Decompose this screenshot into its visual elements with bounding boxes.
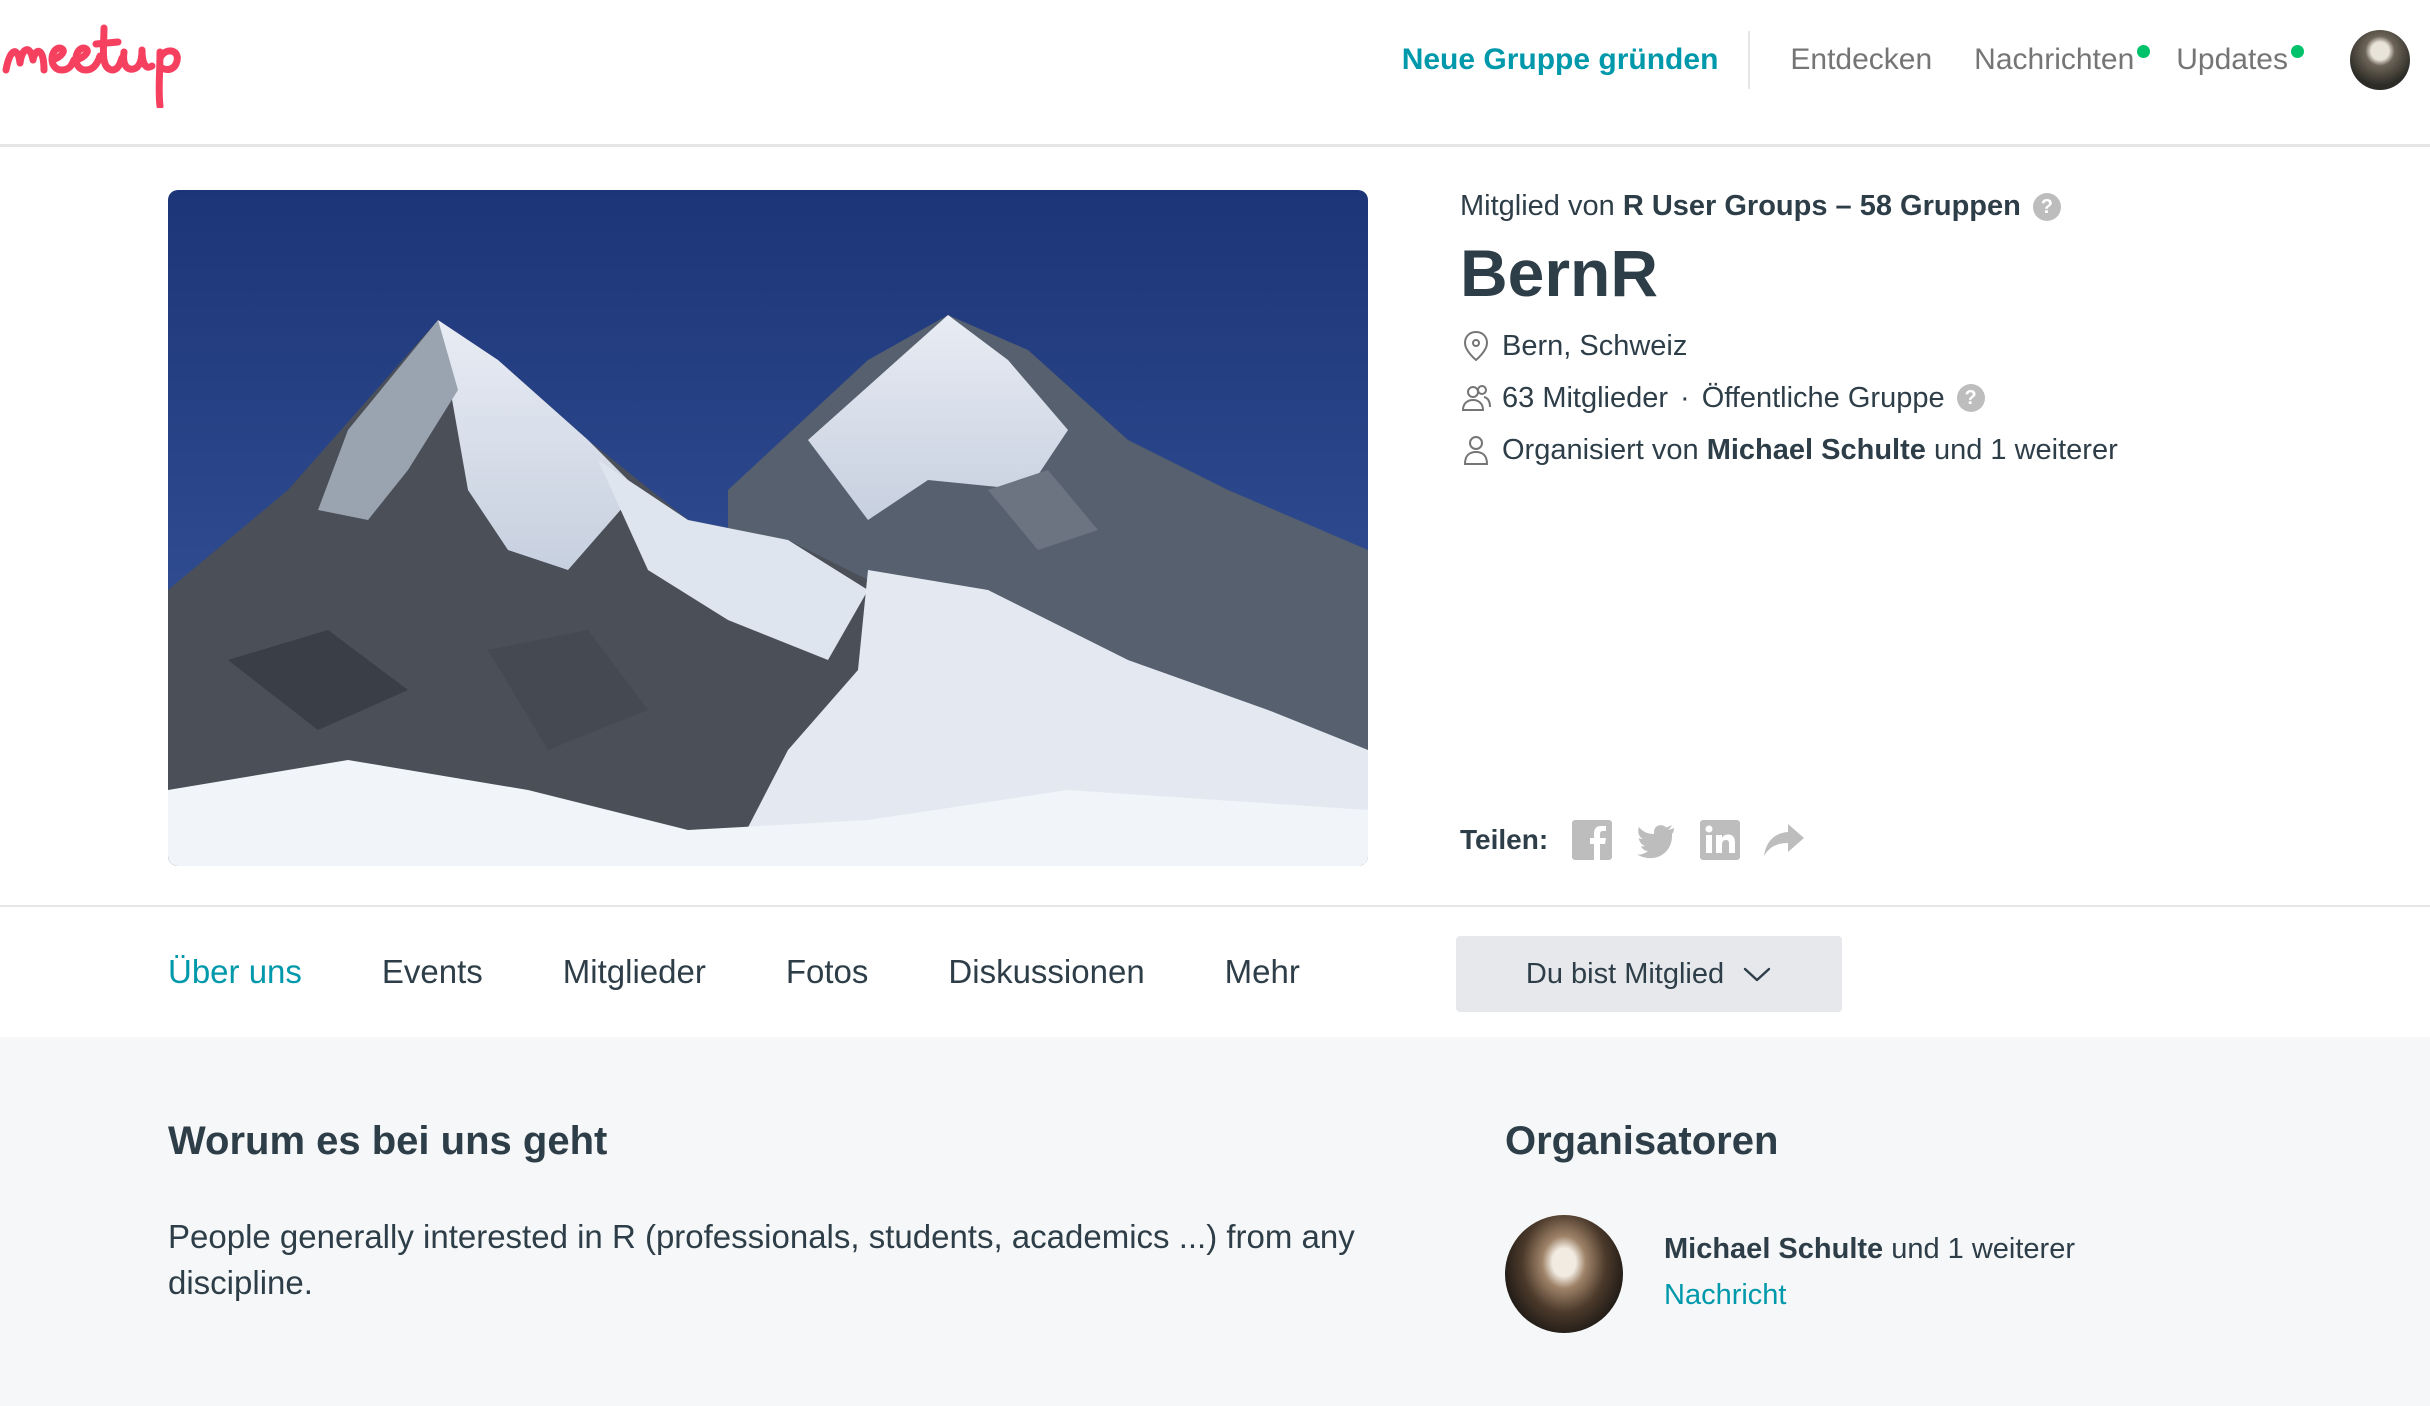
share-label: Teilen: <box>1460 824 1549 855</box>
tab-mehr[interactable]: Mehr <box>1225 953 1300 991</box>
notification-dot <box>2137 45 2151 58</box>
linkedin-icon[interactable] <box>1698 818 1742 862</box>
organizer-suffix[interactable]: und 1 weiterer <box>1891 1233 2075 1265</box>
group-cover-photo <box>168 190 1368 866</box>
organizer-names: Michael Schulte und 1 weiterer <box>1664 1233 2075 1266</box>
mountain-photo-illustration <box>168 190 1368 866</box>
organized-prefix: Organisiert von <box>1502 433 1699 466</box>
tab-events[interactable]: Events <box>382 953 483 991</box>
help-icon[interactable]: ? <box>2032 192 2061 221</box>
organizer-avatar[interactable] <box>1505 1215 1623 1333</box>
share-bar: Teilen: <box>1460 818 1826 862</box>
group-tabs: Über uns Events Mitglieder Fotos Diskuss… <box>168 907 1380 1037</box>
nav-link-nachrichten[interactable]: Nachrichten <box>1974 43 2151 77</box>
create-group-link[interactable]: Neue Gruppe gründen <box>1402 43 1749 77</box>
members-count[interactable]: 63 Mitglieder <box>1502 382 1668 415</box>
header-nav: Neue Gruppe gründen Entdecken Nachrichte… <box>1402 0 2430 120</box>
members-row: 63 Mitglieder · Öffentliche Gruppe ? <box>1460 381 2360 415</box>
meetup-logo[interactable]: meetup <box>0 8 250 108</box>
tab-fotos[interactable]: Fotos <box>786 953 869 991</box>
organizer-link[interactable]: Michael Schulte <box>1707 434 1926 467</box>
tab-mitglieder[interactable]: Mitglieder <box>563 953 706 991</box>
network-link[interactable]: R User Groups – 58 Gruppen <box>1623 190 2021 223</box>
network-membership: Mitglied von R User Groups – 58 Gruppen … <box>1460 190 2360 223</box>
share-arrow-icon[interactable] <box>1762 818 1806 862</box>
nav-label: Entdecken <box>1790 43 1933 76</box>
profile-avatar[interactable] <box>2350 30 2410 90</box>
membership-label: Du bist Mitglied <box>1525 957 1725 990</box>
message-organizer-link[interactable]: Nachricht <box>1664 1279 1787 1312</box>
nav-divider <box>1748 31 1751 89</box>
nav-link-entdecken[interactable]: Entdecken <box>1790 43 1932 77</box>
tab-diskussionen[interactable]: Diskussionen <box>948 953 1144 991</box>
tab-ueber-uns[interactable]: Über uns <box>168 953 302 991</box>
location-row: Bern, Schweiz <box>1460 329 2360 363</box>
location-pin-icon <box>1463 330 1489 362</box>
chevron-down-icon <box>1743 967 1771 982</box>
location-text[interactable]: Bern, Schweiz <box>1502 330 1687 363</box>
members-icon <box>1461 385 1491 411</box>
organizers-heading: Organisatoren <box>1505 1119 1779 1163</box>
about-heading: Worum es bei uns geht <box>168 1119 608 1163</box>
help-icon[interactable]: ? <box>1956 384 1985 412</box>
group-title: BernR <box>1460 236 1659 310</box>
organizer-name-link[interactable]: Michael Schulte <box>1664 1233 1883 1265</box>
membership-dropdown-button[interactable]: Du bist Mitglied <box>1456 936 1842 1012</box>
top-navigation-bar: meetup Neue Gruppe gründen Entdecken Nac… <box>0 0 2430 147</box>
about-description: People generally interested in R (profes… <box>168 1218 1355 1301</box>
about-section: Worum es bei uns geht People generally i… <box>0 1037 2430 1406</box>
organized-suffix[interactable]: und 1 weiterer <box>1934 434 2118 467</box>
nav-label: Nachrichten <box>1974 43 2135 76</box>
notification-dot <box>2291 45 2304 58</box>
organizer-row: Organisiert von Michael Schulte und 1 we… <box>1460 433 2360 467</box>
member-of-prefix: Mitglied von <box>1460 190 1615 222</box>
group-tab-bar: Über uns Events Mitglieder Fotos Diskuss… <box>0 905 2430 1037</box>
facebook-icon[interactable] <box>1570 818 1614 862</box>
group-info: Mitglied von R User Groups – 58 Gruppen … <box>1460 190 2360 467</box>
person-icon <box>1463 436 1489 465</box>
separator: · <box>1680 381 1690 414</box>
twitter-icon[interactable] <box>1634 818 1678 862</box>
group-type: Öffentliche Gruppe <box>1701 381 1945 414</box>
nav-label: Updates <box>2176 43 2288 76</box>
nav-link-updates[interactable]: Updates <box>2176 43 2304 77</box>
